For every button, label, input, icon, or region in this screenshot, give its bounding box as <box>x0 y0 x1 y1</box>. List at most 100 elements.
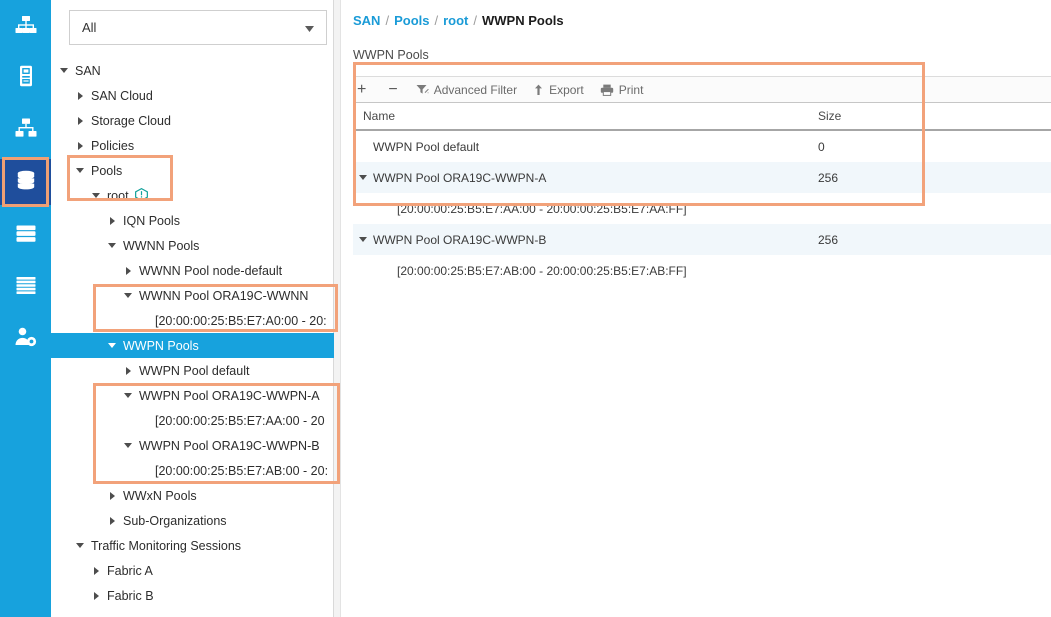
tree-item[interactable]: [20:00:00:25:B5:E7:A0:00 - 20: <box>51 308 333 333</box>
toolbar-button-printer[interactable]: Print <box>600 78 643 102</box>
tree-item[interactable]: Storage Cloud <box>51 108 333 133</box>
column-header-size[interactable]: Size <box>818 109 1038 123</box>
caret-down-icon[interactable] <box>121 293 135 298</box>
table-body: WWPN Pool default 0 WWPN Pool ORA19C-WWPN-… <box>353 131 1051 286</box>
tree-item-label: [20:00:00:25:B5:E7:AB:00 - 20: <box>155 463 329 478</box>
caret-down-icon[interactable] <box>121 443 135 448</box>
cell-size: 256 <box>818 170 839 185</box>
table-row[interactable]: [20:00:00:25:B5:E7:AB:00 - 20:00:00:25:B… <box>353 255 1051 286</box>
caret-right-icon[interactable] <box>121 266 135 275</box>
rail-item-san[interactable] <box>0 159 51 205</box>
caret-right-icon[interactable] <box>105 516 119 525</box>
tree-item-label: Traffic Monitoring Sessions <box>91 538 242 553</box>
tree-item[interactable]: WWPN Pool ORA19C-WWPN-B <box>51 433 333 458</box>
tree-item[interactable]: WWxN Pools <box>51 483 333 508</box>
tree-item[interactable]: WWNN Pool ORA19C-WWNN <box>51 283 333 308</box>
tree-item[interactable]: Fabric B <box>51 583 333 608</box>
tree-item[interactable]: Traffic Monitoring Sessions <box>51 533 333 558</box>
row-name-label: WWPN Pool default <box>373 139 480 154</box>
breadcrumb-link[interactable]: SAN <box>353 13 380 28</box>
rail-item-chassis[interactable] <box>0 263 51 309</box>
tree-item[interactable]: [20:00:00:25:B5:E7:AA:00 - 20 <box>51 408 333 433</box>
servers-icon <box>16 65 36 90</box>
tree-list: SAN SAN Cloud Storage Cloud Policies Pools ro… <box>51 58 384 608</box>
content-panel: SAN / Pools / root / WWPN Pools WWPN Pools + − A… <box>341 0 1051 617</box>
caret-right-icon[interactable] <box>121 366 135 375</box>
tree-item-label: Storage Cloud <box>91 113 171 128</box>
caret-down-icon[interactable] <box>73 543 87 548</box>
caret-down-icon[interactable] <box>57 68 71 73</box>
tree-item[interactable]: WWPN Pool default <box>51 358 333 383</box>
tree-item[interactable]: Fabric A <box>51 558 333 583</box>
caret-down-icon[interactable] <box>89 193 103 198</box>
rail-item-admin[interactable] <box>0 315 51 361</box>
tree-item-label: Fabric A <box>107 563 153 578</box>
tree-filter-select[interactable]: All <box>69 10 327 45</box>
table-row[interactable]: WWPN Pool ORA19C-WWPN-B 256 <box>353 224 1051 255</box>
tree-item[interactable]: SAN Cloud <box>51 83 333 108</box>
tree-item[interactable]: IQN Pools <box>51 208 333 233</box>
caret-down-icon[interactable] <box>73 168 87 173</box>
caret-right-icon[interactable] <box>73 141 87 150</box>
caret-down-icon[interactable] <box>105 343 119 348</box>
caret-right-icon[interactable] <box>89 566 103 575</box>
tree-item-label: [20:00:00:25:B5:E7:A0:00 - 20: <box>155 313 327 328</box>
column-header-name[interactable]: Name <box>353 109 818 123</box>
admin-icon <box>14 326 38 351</box>
toolbar-button-minus[interactable]: − <box>384 78 401 102</box>
cell-name: WWPN Pool ORA19C-WWPN-A <box>353 171 818 185</box>
info-icon[interactable] <box>134 187 148 204</box>
printer-icon <box>600 84 614 96</box>
caret-right-icon[interactable] <box>105 491 119 500</box>
tree-item-label: root <box>107 188 129 203</box>
rail-item-lan[interactable] <box>0 106 51 152</box>
cell-name: WWPN Pool default <box>353 140 818 154</box>
cell-name: WWPN Pool ORA19C-WWPN-B <box>353 233 818 247</box>
tree-item-label: Fabric B <box>107 588 154 603</box>
table-row[interactable]: [20:00:00:25:B5:E7:AA:00 - 20:00:00:25:B… <box>353 193 1051 224</box>
tree-item[interactable]: Sub-Organizations <box>51 508 333 533</box>
san-icon <box>15 170 37 195</box>
rail-item-equipment[interactable] <box>0 4 51 50</box>
table-row[interactable]: WWPN Pool ORA19C-WWPN-A 256 <box>353 162 1051 193</box>
toolbar-button-filter[interactable]: Advanced Filter <box>416 78 517 102</box>
tree-item-label: SAN <box>75 63 101 78</box>
toolbar-button-plus[interactable]: + <box>353 78 370 102</box>
tree-item[interactable]: WWNN Pools <box>51 233 333 258</box>
rail-item-servers[interactable] <box>0 54 51 100</box>
caret-down-icon[interactable] <box>105 243 119 248</box>
caret-right-icon[interactable] <box>105 216 119 225</box>
tree-item[interactable]: SAN <box>51 58 333 83</box>
tree-scrollbar[interactable] <box>334 0 341 617</box>
rail-item-storage[interactable] <box>0 211 51 257</box>
caret-right-icon[interactable] <box>89 591 103 600</box>
breadcrumb-link[interactable]: root <box>443 13 468 28</box>
tree-item-label: Policies <box>91 138 135 153</box>
table-row[interactable]: WWPN Pool default 0 <box>353 131 1051 162</box>
storage-icon <box>15 223 37 246</box>
cell-name: [20:00:00:25:B5:E7:AB:00 - 20:00:00:25:B… <box>353 264 818 278</box>
tree-item[interactable]: Policies <box>51 133 333 158</box>
caret-right-icon[interactable] <box>73 91 87 100</box>
tree-item-label: WWPN Pool ORA19C-WWPN-A <box>139 388 320 403</box>
caret-down-icon[interactable] <box>121 393 135 398</box>
page-title: WWPN Pools <box>353 48 429 62</box>
tree-item-label: IQN Pools <box>123 213 180 228</box>
toolbar-button-export-upload[interactable]: Export <box>533 78 584 102</box>
tree-item[interactable]: Pools <box>51 158 333 183</box>
tree-item-label: WWPN Pool default <box>139 363 250 378</box>
caret-right-icon[interactable] <box>73 116 87 125</box>
breadcrumb-link[interactable]: Pools <box>394 13 429 28</box>
lan-icon <box>14 118 38 141</box>
tree-item[interactable]: WWNN Pool node-default <box>51 258 333 283</box>
filter-icon <box>416 84 429 95</box>
chevron-down-icon <box>305 21 314 35</box>
tree-item[interactable]: WWPN Pool ORA19C-WWPN-A <box>51 383 333 408</box>
tree-item[interactable]: root <box>51 183 333 208</box>
tree-item[interactable]: [20:00:00:25:B5:E7:AB:00 - 20: <box>51 458 333 483</box>
nav-icon-rail <box>0 0 51 617</box>
tree-item-label: WWNN Pool ORA19C-WWNN <box>139 288 309 303</box>
caret-down-icon[interactable] <box>353 237 373 242</box>
caret-down-icon[interactable] <box>353 175 373 180</box>
row-name-label: [20:00:00:25:B5:E7:AB:00 - 20:00:00:25:B… <box>397 263 687 278</box>
